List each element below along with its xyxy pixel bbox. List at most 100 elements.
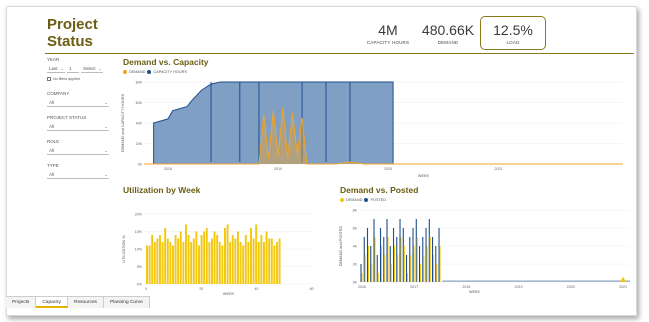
chevron-down-icon: ⌄ <box>104 172 108 177</box>
filter-company-label: COMPANY <box>47 91 70 96</box>
utilization-bar <box>221 245 224 284</box>
y-axis-label: DEMAND and POSTED <box>339 225 343 266</box>
project-status-select[interactable]: All ⌄ <box>47 124 109 131</box>
utilization-bar <box>185 224 187 284</box>
legend-posted-dot <box>364 198 369 202</box>
kpi-demand-value: 480.66K <box>421 22 475 38</box>
year-from-value: Last <box>49 66 58 71</box>
chart-demand-posted: 0K 2K 4K 6K 8K DEMAND and POSTED 2016 2017 2018 2… <box>339 209 630 294</box>
filter-project-status-label: PROJECT STATUS <box>47 115 87 120</box>
page-title: Project Status <box>47 16 98 50</box>
utilization-bar <box>268 238 271 284</box>
utilization-bar <box>239 242 242 284</box>
utilization-bar <box>195 231 198 284</box>
utilization-bar <box>179 231 182 284</box>
y-tick-label: 20K <box>136 142 143 146</box>
y-tick-label: 0K <box>353 281 358 285</box>
utilization-bar <box>187 235 190 284</box>
utilization-bar <box>250 228 252 284</box>
calendar-icon <box>47 77 51 81</box>
kpi-capacity-value: 4M <box>378 22 398 38</box>
type-select[interactable]: All ⌄ <box>47 172 109 179</box>
tab-resources[interactable]: Resources <box>68 296 104 308</box>
y-tick-label: 2K <box>353 263 358 267</box>
x-tick-label: 20 <box>199 287 203 291</box>
tab-capacity[interactable]: Capacity <box>36 296 68 308</box>
y-tick-label: 0K <box>138 163 143 167</box>
utilization-bar <box>270 238 273 284</box>
y-tick-label: 8K <box>353 209 358 213</box>
company-select[interactable]: All ⌄ <box>47 100 109 107</box>
y-tick-label: 5% <box>137 265 143 269</box>
utilization-bar <box>273 245 276 284</box>
chevron-down-icon: ⌄ <box>104 148 108 153</box>
legend-capacity-label: CAPACITY HOURS <box>153 70 187 74</box>
demand-late-bump <box>620 276 626 282</box>
x-tick-label: 2018 <box>462 285 470 289</box>
legend-capacity-dot <box>147 70 152 74</box>
tab-planning-curve[interactable]: Planning Curve <box>103 296 150 308</box>
chart3-legend: DEMAND POSTED <box>340 198 386 202</box>
x-tick-label: 2017 <box>410 285 418 289</box>
legend-demand-dot <box>123 70 127 74</box>
utilization-bar <box>172 245 174 284</box>
x-axis-label: WEEK <box>469 290 481 294</box>
x-axis-label: WEEK <box>418 174 430 178</box>
utilization-bar <box>169 242 172 284</box>
year-n-input[interactable]: 1 <box>67 66 79 73</box>
utilization-bar <box>192 238 195 284</box>
page-tabs: Projects Capacity Resources Planning Cur… <box>6 296 150 308</box>
utilization-bar <box>234 238 237 284</box>
utilization-bar <box>148 245 151 284</box>
utilization-bar <box>216 235 219 284</box>
tab-projects[interactable]: Projects <box>6 296 37 308</box>
utilization-bar <box>153 242 156 284</box>
utilization-bar <box>242 245 245 284</box>
year-unit-select[interactable]: Select ⌄ <box>81 66 103 73</box>
utilization-bar <box>203 231 206 284</box>
chart-utilization-title: Utilization by Week <box>123 185 201 195</box>
company-value: All <box>49 100 55 105</box>
kpi-demand-label: DEMAND <box>437 40 459 45</box>
utilization-bar <box>278 238 281 284</box>
utilization-bar <box>208 242 211 284</box>
x-tick-label: 2018 <box>164 167 172 171</box>
kpi-demand: 480.66K DEMAND <box>418 22 478 45</box>
utilization-bar <box>159 235 161 284</box>
y-tick-label: 4K <box>353 245 358 249</box>
x-tick-label: 60 <box>310 287 314 291</box>
filter-role-label: ROLE <box>47 139 60 144</box>
chevron-down-icon: ⌄ <box>60 66 64 71</box>
x-axis-label: WEEK <box>223 292 235 296</box>
year-n-value: 1 <box>69 66 72 71</box>
x-tick-label: 2021 <box>619 285 627 289</box>
y-tick-label: 60K <box>136 101 143 105</box>
utilization-bar <box>200 235 203 284</box>
kpi-capacity-label: CAPACITY HOURS <box>366 40 410 45</box>
chart-demand-capacity-title: Demand vs. Capacity <box>123 57 209 67</box>
y-tick-label: 0% <box>137 283 143 287</box>
utilization-bar <box>237 231 239 284</box>
chart-utilization: 0% 5% 10% 15% 20% UTILIZATION % 0 20 40 60 WEEK <box>122 213 314 297</box>
utilization-bar <box>156 238 159 284</box>
utilization-bar <box>177 238 180 284</box>
chart-demand-capacity: 0K 20K 40K 60K 80K DEMAND and CAPACITY HOURS 2… <box>121 81 623 178</box>
role-select[interactable]: All ⌄ <box>47 148 109 155</box>
kpi-capacity-hours: 4M CAPACITY HOURS <box>360 22 416 45</box>
no-filters-note: No filters applied <box>47 77 80 81</box>
utilization-bar <box>182 242 185 284</box>
utilization-bar <box>146 245 148 284</box>
filter-type-label: TYPE <box>47 163 59 168</box>
year-unit-value: Select <box>83 66 96 71</box>
utilization-bar <box>151 235 154 284</box>
role-value: All <box>49 148 55 153</box>
utilization-bar <box>247 242 250 284</box>
x-tick-label: 2019 <box>274 167 282 171</box>
legend-posted-label: POSTED <box>370 198 387 202</box>
chart-demand-posted-title: Demand vs. Posted <box>340 185 419 195</box>
utilization-bar <box>211 238 213 284</box>
utilization-bar <box>229 242 232 284</box>
x-tick-label: 40 <box>254 287 258 291</box>
utilization-bar <box>224 228 226 284</box>
year-from-select[interactable]: Last ⌄ <box>47 66 65 73</box>
